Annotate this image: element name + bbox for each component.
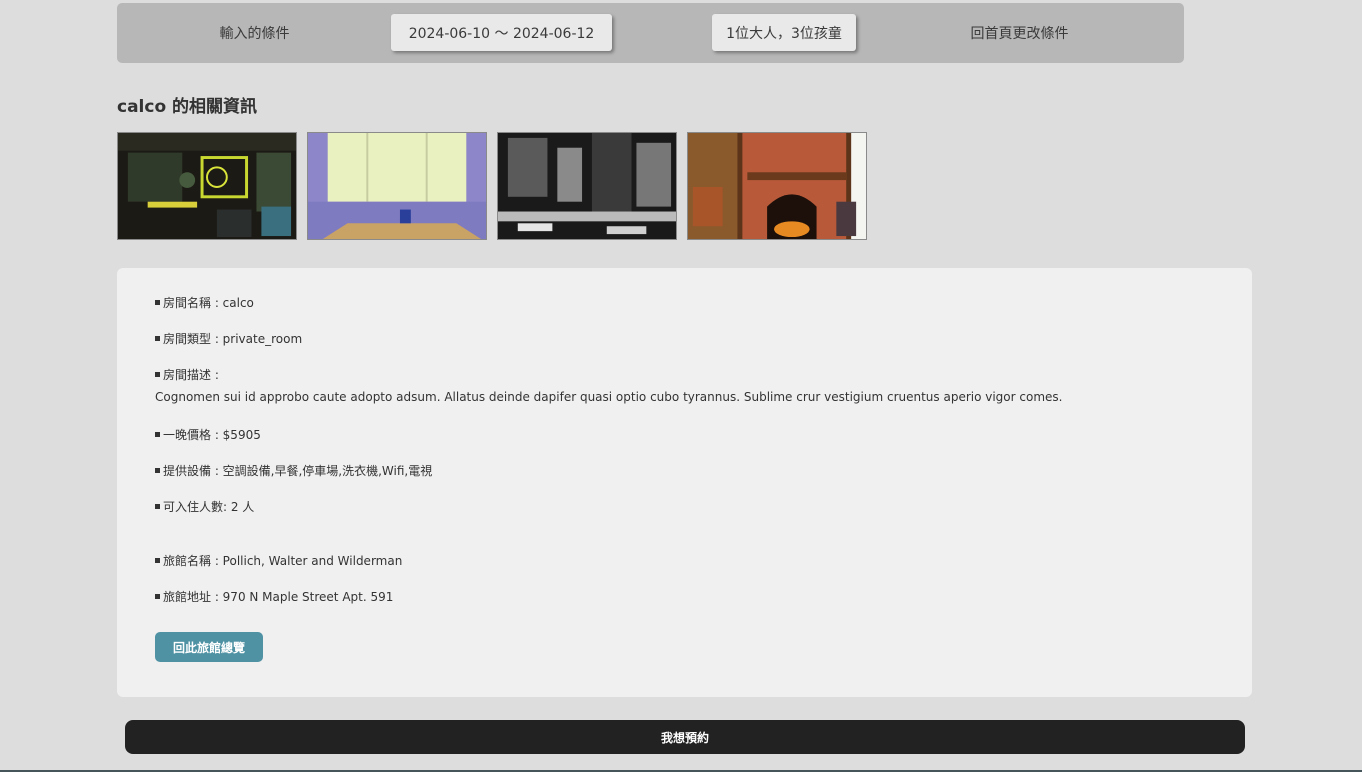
room-details-card: 房間名稱 : calco 房間類型 : private_room 房間描述 : … bbox=[117, 268, 1252, 697]
room-name: 房間名稱 : calco bbox=[163, 296, 254, 310]
room-detail-page: 輸入的條件 2024-06-10 ～ 2024-06-12 1位大人，3位孩童 … bbox=[0, 0, 1362, 772]
bullet-icon bbox=[155, 372, 160, 377]
room-name-row: 房間名稱 : calco bbox=[155, 294, 254, 311]
hotel-name-row: 旅館名稱 : Pollich, Walter and Wilderman bbox=[155, 552, 402, 569]
brick-fireplace-room-photo[interactable] bbox=[687, 132, 867, 240]
room-capacity: 可入住人數: 2 人 bbox=[163, 500, 255, 514]
room-amenities-row: 提供設備 : 空調設備,早餐,停車場,洗衣機,Wifi,電視 bbox=[155, 462, 432, 479]
bullet-icon bbox=[155, 594, 160, 599]
bullet-icon bbox=[155, 300, 160, 305]
search-conditions-bar: 輸入的條件 2024-06-10 ～ 2024-06-12 1位大人，3位孩童 … bbox=[117, 3, 1184, 63]
room-description: Cognomen sui id approbo caute adopto ads… bbox=[155, 390, 1063, 404]
page-title: calco 的相關資訊 bbox=[117, 97, 258, 117]
room-type-row: 房間類型 : private_room bbox=[155, 330, 302, 347]
window-table-mug-photo[interactable] bbox=[307, 132, 487, 240]
monochrome-interior-photo[interactable] bbox=[497, 132, 677, 240]
room-description-label: 房間描述 : bbox=[163, 368, 219, 382]
hotel-address: 旅館地址 : 970 N Maple Street Apt. 591 bbox=[163, 590, 394, 604]
photo-gallery bbox=[117, 132, 867, 240]
room-price-row: 一晚價格 : $5905 bbox=[155, 426, 261, 443]
back-home-link[interactable]: 回首頁更改條件 bbox=[947, 14, 1092, 51]
back-to-hotel-button[interactable]: 回此旅館總覽 bbox=[155, 632, 263, 662]
cafe-storefront-photo[interactable] bbox=[117, 132, 297, 240]
room-type: 房間類型 : private_room bbox=[163, 332, 303, 346]
bullet-icon bbox=[155, 504, 160, 509]
bullet-icon bbox=[155, 432, 160, 437]
bullet-icon bbox=[155, 468, 160, 473]
bullet-icon bbox=[155, 558, 160, 563]
conditions-label: 輸入的條件 bbox=[219, 25, 290, 42]
room-price: 一晚價格 : $5905 bbox=[163, 428, 261, 442]
date-range-chip: 2024-06-10 ～ 2024-06-12 bbox=[391, 14, 612, 51]
guest-count-chip: 1位大人，3位孩童 bbox=[712, 14, 856, 51]
hotel-name: 旅館名稱 : Pollich, Walter and Wilderman bbox=[163, 554, 403, 568]
book-button[interactable]: 我想預約 bbox=[125, 720, 1245, 754]
hotel-address-row: 旅館地址 : 970 N Maple Street Apt. 591 bbox=[155, 588, 393, 605]
bullet-icon bbox=[155, 336, 160, 341]
room-capacity-row: 可入住人數: 2 人 bbox=[155, 498, 254, 515]
room-description-label-row: 房間描述 : bbox=[155, 366, 219, 383]
room-amenities: 提供設備 : 空調設備,早餐,停車場,洗衣機,Wifi,電視 bbox=[163, 464, 433, 478]
